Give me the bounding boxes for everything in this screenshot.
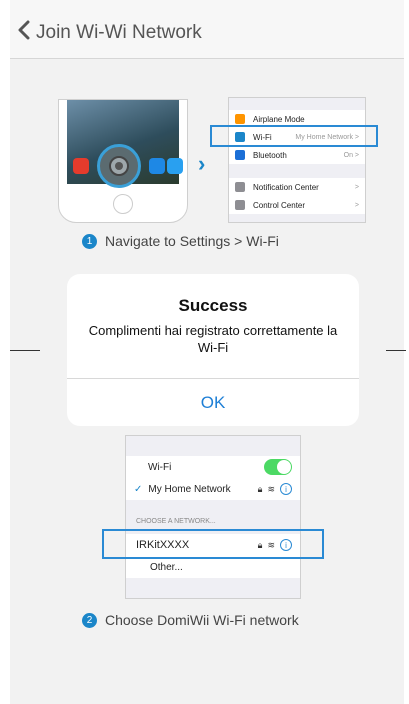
ok-button[interactable]: OK bbox=[67, 379, 359, 426]
divider bbox=[10, 350, 40, 351]
alert-title: Success bbox=[178, 296, 248, 315]
alert-message: Complimenti hai registrato correttamente… bbox=[88, 323, 338, 355]
success-alert: Success Complimenti hai registrato corre… bbox=[67, 274, 359, 426]
divider bbox=[386, 350, 406, 351]
alert-overlay: Success Complimenti hai registrato corre… bbox=[0, 0, 409, 704]
